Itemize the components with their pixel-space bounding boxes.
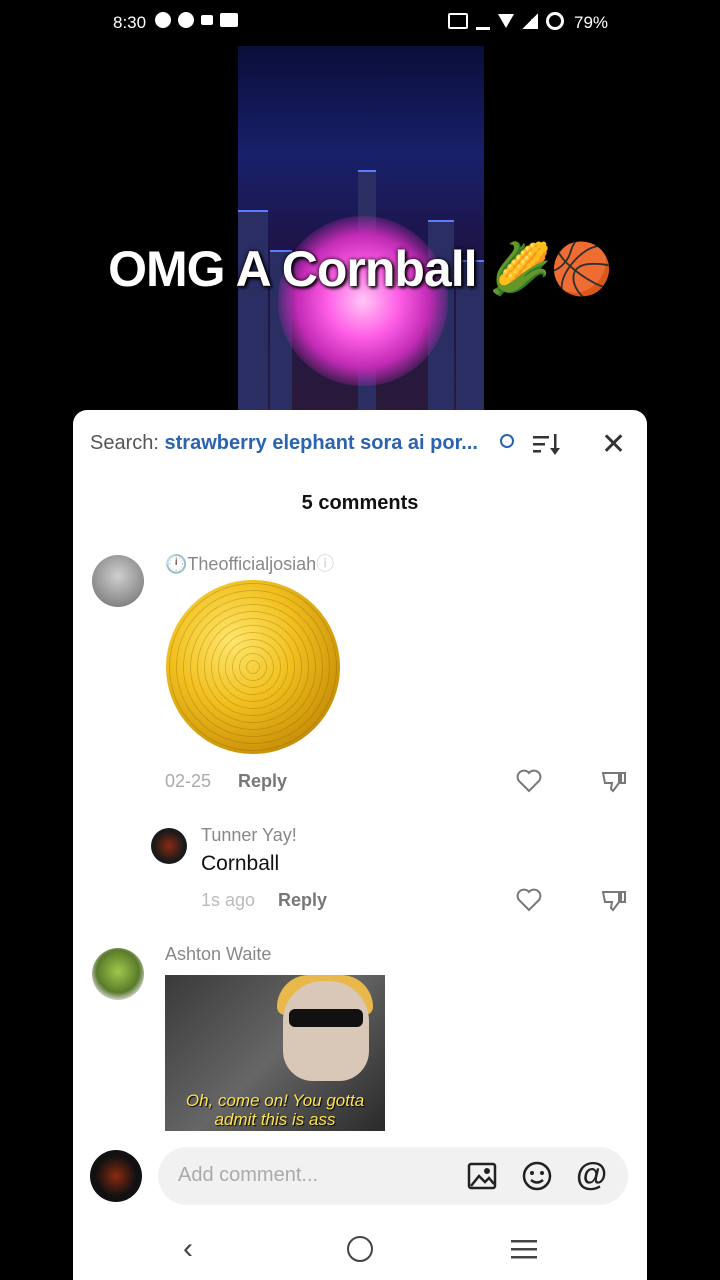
battery-percent: 79% — [574, 13, 609, 32]
cast-icon — [448, 13, 468, 29]
comment-username[interactable]: 🕛Theofficialjosiahⓘ — [165, 550, 334, 576]
comment-text: Cornball — [201, 852, 280, 875]
search-suggestion[interactable]: Search: strawberry elephant sora ai por.… — [90, 432, 478, 455]
meme-caption: Oh, come on! You gotta admit this is ass — [185, 1091, 365, 1129]
add-comment-input[interactable]: Add comment... @ — [158, 1147, 628, 1205]
close-icon[interactable]: ✕ — [601, 430, 626, 460]
comments-sheet: Search: strawberry elephant sora ai por.… — [73, 410, 647, 1280]
sort-icon[interactable] — [533, 434, 561, 456]
search-query[interactable]: strawberry elephant sora ai por... — [165, 432, 478, 454]
dislike-icon[interactable] — [601, 888, 627, 912]
wifi-icon — [498, 14, 514, 28]
dislike-icon[interactable] — [601, 769, 627, 793]
meme-image[interactable]: Oh, come on! You gotta admit this is ass — [165, 975, 385, 1131]
heart-icon[interactable] — [516, 888, 542, 912]
volte-icon — [476, 13, 490, 30]
menu-icon[interactable] — [511, 1238, 537, 1260]
comment-count: 5 comments — [301, 492, 419, 514]
status-time: 8:30 — [113, 13, 147, 32]
home-icon[interactable] — [347, 1236, 373, 1262]
system-icons — [448, 12, 564, 30]
avatar[interactable] — [92, 555, 144, 607]
youtube-icon — [220, 13, 238, 27]
reply-button[interactable]: Reply — [278, 890, 327, 911]
avatar[interactable] — [92, 948, 144, 1000]
signal-icon — [522, 13, 538, 29]
avatar[interactable] — [151, 828, 187, 864]
comment-date: 02-25 — [165, 771, 212, 791]
status-bar: 8:30 79% — [0, 0, 720, 46]
video-thumbnail[interactable] — [238, 46, 484, 412]
cornball-image[interactable] — [166, 580, 340, 754]
comment-input-row: Add comment... @ — [73, 1140, 647, 1210]
add-comment-placeholder: Add comment... — [178, 1164, 319, 1186]
my-avatar[interactable] — [90, 1150, 142, 1202]
video-call-icon — [201, 15, 213, 25]
search-icon[interactable] — [500, 434, 514, 448]
battery-icon — [546, 12, 564, 30]
notification-icons — [155, 12, 238, 28]
mention-icon[interactable]: @ — [576, 1156, 607, 1193]
image-icon[interactable] — [467, 1161, 497, 1191]
clock-icon: 🕛 — [165, 554, 188, 574]
heart-icon[interactable] — [516, 769, 542, 793]
reply-button[interactable]: Reply — [238, 771, 287, 792]
search-label: Search: — [90, 432, 159, 454]
info-icon: ⓘ — [316, 554, 335, 574]
navigation-bar: ‹ — [73, 1220, 647, 1280]
chat-icon — [178, 12, 194, 28]
comment-username[interactable]: Ashton Waite — [165, 944, 271, 965]
comment-date: 1s ago — [201, 890, 256, 910]
comment-username[interactable]: Tunner Yay! — [201, 825, 297, 846]
video-overlay-title: OMG A Cornball 🌽🏀 — [108, 241, 613, 297]
messenger-icon — [155, 12, 171, 28]
back-icon[interactable]: ‹ — [183, 1232, 193, 1266]
emoji-icon[interactable] — [521, 1160, 553, 1192]
